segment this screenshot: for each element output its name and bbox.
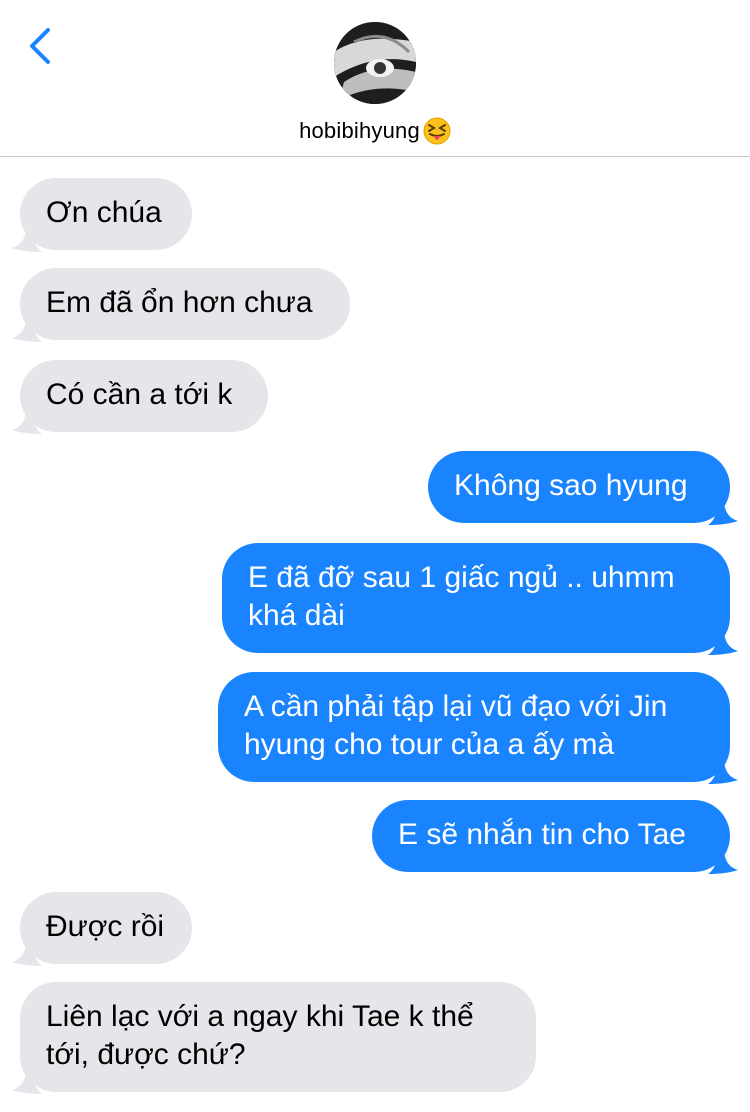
incoming-message[interactable]: Liên lạc với a ngay khi Tae k thể tới, đ… bbox=[20, 982, 536, 1092]
message-text: Ơn chúa bbox=[46, 196, 162, 229]
message-text: Không sao hyung bbox=[454, 469, 688, 502]
bubble-tail bbox=[708, 629, 738, 655]
squinting-face-with-tongue-icon bbox=[423, 117, 451, 145]
message-text-line: hyung cho tour của a ấy mà bbox=[244, 728, 615, 761]
outgoing-message[interactable]: A cần phải tập lại vũ đạo với Jin hyung … bbox=[218, 672, 730, 782]
chevron-left-icon[interactable] bbox=[26, 26, 54, 66]
incoming-message[interactable]: Có cần a tới k bbox=[20, 360, 268, 432]
bubble-tail bbox=[708, 499, 738, 525]
message-text: Em đã ổn hơn chưa bbox=[46, 286, 313, 319]
conversation-header: hobibihyung bbox=[0, 0, 750, 157]
message-text-line: A cần phải tập lại vũ đạo với Jin bbox=[244, 690, 668, 723]
outgoing-message[interactable]: E đã đỡ sau 1 giấc ngủ .. uhmm khá dài bbox=[222, 543, 730, 653]
message-text: E sẽ nhắn tin cho Tae bbox=[398, 818, 686, 851]
contact-name: hobibihyung bbox=[299, 118, 420, 143]
bubble-tail bbox=[12, 940, 42, 966]
incoming-message[interactable]: Được rồi bbox=[20, 892, 192, 964]
outgoing-message[interactable]: E sẽ nhắn tin cho Tae bbox=[372, 800, 730, 872]
message-text-line: khá dài bbox=[248, 599, 345, 632]
bubble-tail bbox=[12, 316, 42, 342]
contact-avatar[interactable] bbox=[334, 22, 416, 104]
message-text-line: Liên lạc với a ngay khi Tae k thể bbox=[46, 1000, 474, 1033]
message-text-line: tới, được chứ? bbox=[46, 1038, 246, 1071]
contact-name-row[interactable]: hobibihyung bbox=[0, 116, 750, 146]
incoming-message[interactable]: Em đã ổn hơn chưa bbox=[20, 268, 350, 340]
message-text-line: E đã đỡ sau 1 giấc ngủ .. uhmm bbox=[248, 561, 675, 594]
bubble-tail bbox=[12, 408, 42, 434]
incoming-message[interactable]: Ơn chúa bbox=[20, 178, 192, 250]
message-text: Có cần a tới k bbox=[46, 378, 233, 411]
bubble-tail bbox=[708, 758, 738, 784]
message-text: Được rồi bbox=[46, 910, 165, 943]
bubble-tail bbox=[12, 1068, 42, 1094]
outgoing-message[interactable]: Không sao hyung bbox=[428, 451, 730, 523]
bubble-tail bbox=[12, 226, 42, 252]
bubble-tail bbox=[708, 848, 738, 874]
